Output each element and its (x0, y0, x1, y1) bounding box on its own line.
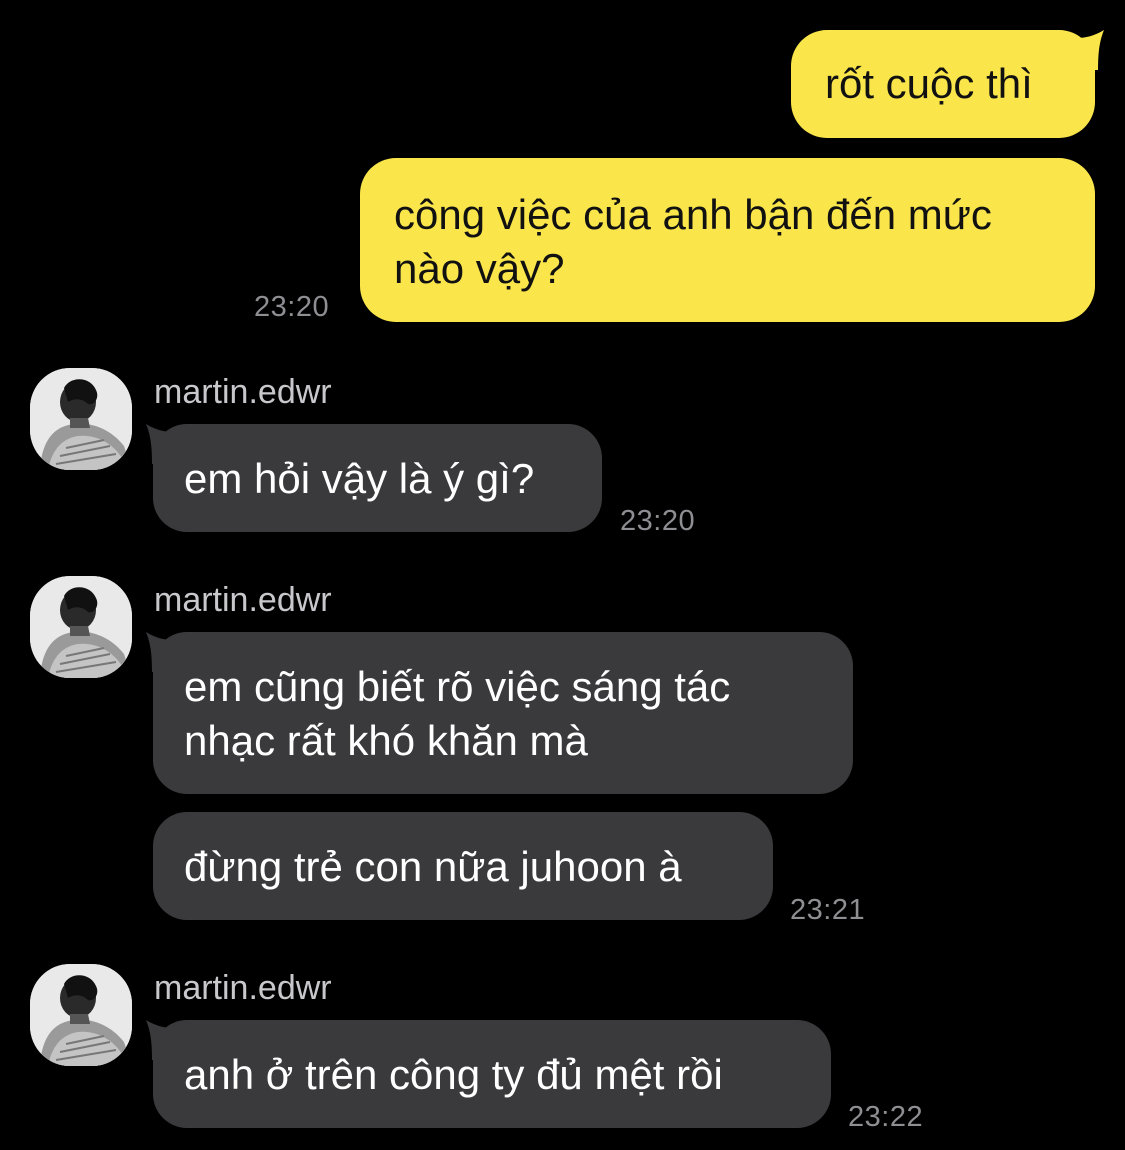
avatar[interactable] (30, 964, 132, 1066)
message-timestamp: 23:22 (848, 1101, 924, 1133)
message-text: đừng trẻ con nữa juhoon à (184, 843, 682, 890)
outgoing-message-bubble[interactable]: công việc của anh bận đến mức nào vậy? (360, 158, 1095, 322)
profile-photo-avatar-icon (30, 576, 132, 678)
profile-photo-avatar-icon (30, 964, 132, 1066)
message-text-line: công việc của anh bận đến mức (394, 191, 992, 238)
incoming-message-bubble[interactable]: anh ở trên công ty đủ mệt rồi (153, 1020, 831, 1128)
incoming-message-bubble[interactable]: em hỏi vậy là ý gì? (153, 424, 602, 532)
bubble-tail-icon (1076, 30, 1104, 70)
message-text: anh ở trên công ty đủ mệt rồi (184, 1051, 723, 1098)
outgoing-message-bubble[interactable]: rốt cuộc thì (791, 30, 1095, 138)
message-timestamp: 23:20 (620, 505, 696, 537)
message-text: em hỏi vậy là ý gì? (184, 455, 535, 502)
avatar[interactable] (30, 576, 132, 678)
message-timestamp: 23:21 (790, 894, 866, 926)
profile-photo-avatar-icon (30, 368, 132, 470)
message-text: rốt cuộc thì (825, 60, 1033, 107)
message-timestamp: 23:20 (254, 291, 330, 323)
sender-name: martin.edwr (154, 969, 332, 1007)
sender-name: martin.edwr (154, 373, 332, 411)
message-text-line: nào vậy? (394, 245, 565, 292)
message-text-line: em cũng biết rõ việc sáng tác (184, 663, 731, 710)
incoming-message-bubble[interactable]: em cũng biết rõ việc sáng tác nhạc rất k… (153, 632, 853, 794)
sender-name: martin.edwr (154, 581, 332, 619)
message-text-line: nhạc rất khó khăn mà (184, 717, 588, 764)
avatar[interactable] (30, 368, 132, 470)
incoming-message-bubble[interactable]: đừng trẻ con nữa juhoon à (153, 812, 773, 920)
